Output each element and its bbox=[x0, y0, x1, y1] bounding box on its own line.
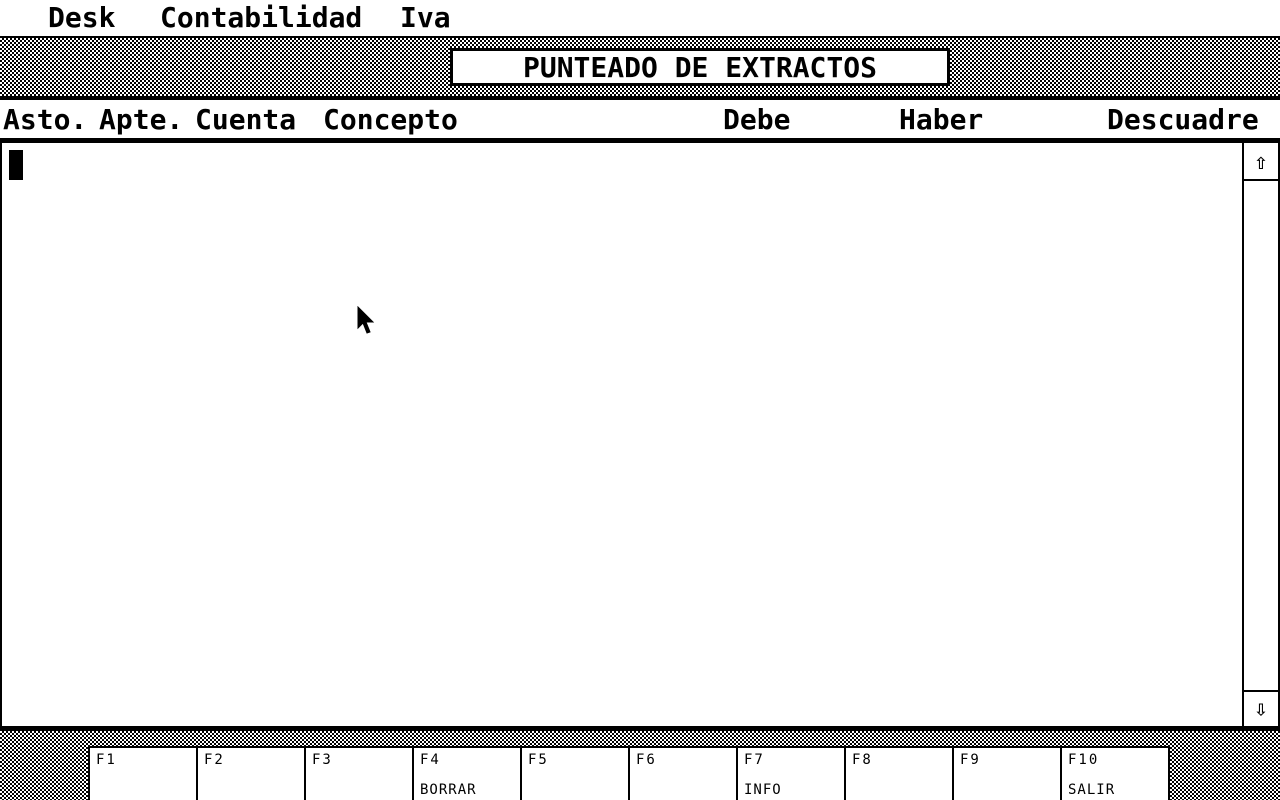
column-concepto: Concepto bbox=[323, 103, 458, 136]
scroll-down-button[interactable]: ⇩ bbox=[1244, 690, 1278, 726]
window-title-bar[interactable]: PUNTEADO DE EXTRACTOS bbox=[0, 36, 1280, 96]
menu-contabilidad[interactable]: Contabilidad bbox=[160, 2, 362, 34]
column-header-row: Asto. Apte. Cuenta Concepto Debe Haber D… bbox=[0, 100, 1280, 138]
column-descuadre: Descuadre bbox=[1107, 103, 1259, 136]
function-key-bar: F1 F2 F3 F4 BORRAR F5 F6 F7 INFO F8 F9 F… bbox=[0, 731, 1280, 800]
menu-iva[interactable]: Iva bbox=[400, 2, 451, 34]
arrow-up-icon: ⇧ bbox=[1254, 149, 1268, 175]
fkey-number: F5 bbox=[528, 752, 549, 768]
vertical-scrollbar[interactable]: ⇧ ⇩ bbox=[1242, 143, 1280, 726]
fkey-f7-info[interactable]: F7 INFO bbox=[738, 746, 846, 800]
menu-bar: Desk Contabilidad Iva bbox=[0, 0, 1280, 36]
column-debe: Debe bbox=[723, 103, 791, 136]
fkey-f5[interactable]: F5 bbox=[522, 746, 630, 800]
fkey-f1[interactable]: F1 bbox=[90, 746, 198, 800]
fkey-f4-borrar[interactable]: F4 BORRAR bbox=[414, 746, 522, 800]
fkey-label: INFO bbox=[744, 782, 782, 798]
window-title: PUNTEADO DE EXTRACTOS bbox=[450, 48, 950, 86]
fkey-number: F7 bbox=[744, 752, 765, 768]
scroll-up-button[interactable]: ⇧ bbox=[1244, 145, 1278, 181]
menu-desk[interactable]: Desk bbox=[48, 2, 115, 34]
fkey-number: F2 bbox=[204, 752, 225, 768]
desktop-screen: Desk Contabilidad Iva PUNTEADO DE EXTRAC… bbox=[0, 0, 1280, 800]
arrow-down-icon: ⇩ bbox=[1254, 696, 1268, 722]
fkey-number: F3 bbox=[312, 752, 333, 768]
fkey-number: F4 bbox=[420, 752, 441, 768]
text-cursor bbox=[9, 150, 23, 180]
function-key-row: F1 F2 F3 F4 BORRAR F5 F6 F7 INFO F8 F9 F… bbox=[88, 746, 1170, 800]
fkey-number: F8 bbox=[852, 752, 873, 768]
fkey-f8[interactable]: F8 bbox=[846, 746, 954, 800]
fkey-label: BORRAR bbox=[420, 782, 477, 798]
fkey-f3[interactable]: F3 bbox=[306, 746, 414, 800]
fkey-number: F9 bbox=[960, 752, 981, 768]
fkey-f2[interactable]: F2 bbox=[198, 746, 306, 800]
fkey-label: SALIR bbox=[1068, 782, 1116, 798]
entries-list[interactable] bbox=[0, 143, 1244, 726]
fkey-f6[interactable]: F6 bbox=[630, 746, 738, 800]
fkey-f10-salir[interactable]: F10 SALIR bbox=[1062, 746, 1170, 800]
column-cuenta: Cuenta bbox=[195, 103, 297, 136]
fkey-number: F10 bbox=[1068, 752, 1100, 768]
column-asto: Asto. bbox=[3, 103, 88, 136]
scroll-track[interactable] bbox=[1244, 181, 1278, 688]
fkey-number: F6 bbox=[636, 752, 657, 768]
fkey-number: F1 bbox=[96, 752, 117, 768]
column-apte: Apte. bbox=[99, 103, 184, 136]
column-haber: Haber bbox=[899, 103, 984, 136]
fkey-f9[interactable]: F9 bbox=[954, 746, 1062, 800]
